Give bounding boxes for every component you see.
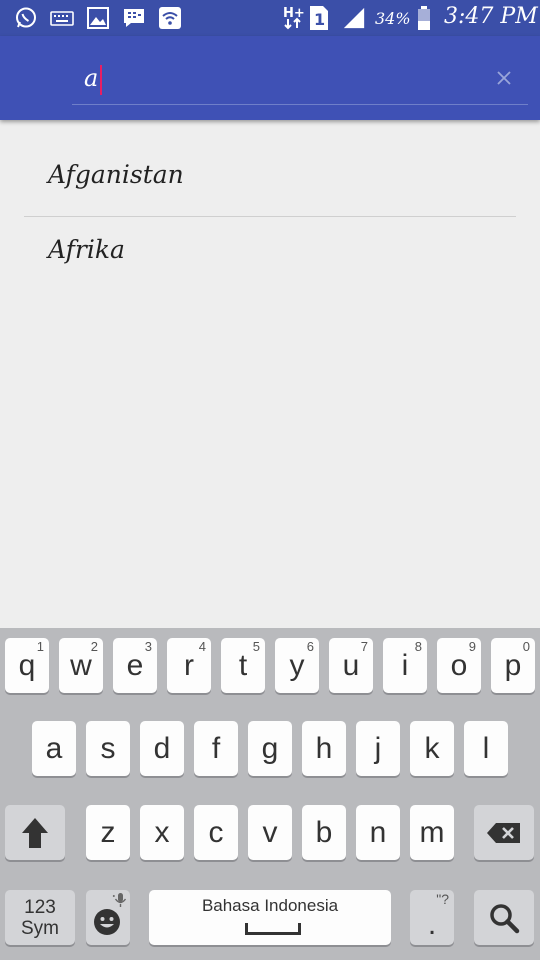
emoji-icon xyxy=(94,908,120,935)
key-p[interactable]: p0 xyxy=(491,638,535,693)
symbols-key-line1: 123 xyxy=(24,896,56,918)
key-v[interactable]: v xyxy=(248,805,292,860)
keyboard-icon xyxy=(50,6,74,30)
key-y[interactable]: y6 xyxy=(275,638,319,693)
search-input[interactable]: a xyxy=(84,60,464,96)
key-o[interactable]: o9 xyxy=(437,638,481,693)
search-app-bar: a xyxy=(0,36,540,120)
key-j[interactable]: j xyxy=(356,721,400,776)
key-i[interactable]: i8 xyxy=(383,638,427,693)
list-item[interactable]: Afganistan xyxy=(24,120,516,216)
period-key[interactable]: . "? xyxy=(410,890,454,945)
search-underline xyxy=(72,104,528,105)
shift-key[interactable] xyxy=(5,805,65,860)
svg-text:H+: H+ xyxy=(283,6,305,21)
key-a[interactable]: a xyxy=(32,721,76,776)
signal-icon xyxy=(342,6,366,30)
key-w[interactable]: w2 xyxy=(59,638,103,693)
space-key-language-label: Bahasa Indonesia xyxy=(201,896,339,915)
key-f[interactable]: f xyxy=(194,721,238,776)
symbols-key[interactable]: 123 Sym xyxy=(5,890,75,945)
space-key[interactable]: Bahasa Indonesia xyxy=(149,890,391,945)
gallery-icon xyxy=(86,6,110,30)
space-bar-icon xyxy=(245,923,301,935)
result-label: Afganistan xyxy=(48,160,184,189)
wifi-icon xyxy=(158,6,182,30)
backspace-key[interactable] xyxy=(474,805,534,860)
symbols-key-line2: Sym xyxy=(21,917,59,939)
text-cursor xyxy=(100,64,103,95)
search-key[interactable] xyxy=(474,890,534,945)
mic-icon xyxy=(112,893,127,907)
key-k[interactable]: k xyxy=(410,721,454,776)
hplus-network-icon: H+ xyxy=(282,6,306,30)
key-h[interactable]: h xyxy=(302,721,346,776)
soft-keyboard: q1 w2 e3 r4 t5 y6 u7 i8 o9 p0 a s d f g … xyxy=(0,628,540,960)
backspace-icon xyxy=(487,822,520,843)
search-results-list: Afganistan Afrika xyxy=(24,120,516,289)
result-label: Afrika xyxy=(48,235,125,264)
emoji-key[interactable] xyxy=(86,890,130,945)
svg-text:1: 1 xyxy=(314,10,325,29)
whatsapp-icon xyxy=(14,6,38,30)
battery-percent: 34% xyxy=(375,9,411,28)
sim1-icon: 1 xyxy=(308,6,330,30)
key-x[interactable]: x xyxy=(140,805,184,860)
battery-icon xyxy=(414,6,434,30)
search-input-text: a xyxy=(84,64,99,92)
key-e[interactable]: e3 xyxy=(113,638,157,693)
shift-icon xyxy=(22,817,48,848)
key-u[interactable]: u7 xyxy=(329,638,373,693)
status-bar: H+ 1 34% 3:47 PM xyxy=(0,0,540,36)
key-b[interactable]: b xyxy=(302,805,346,860)
clock: 3:47 PM xyxy=(444,4,538,29)
key-q[interactable]: q1 xyxy=(5,638,49,693)
key-d[interactable]: d xyxy=(140,721,184,776)
key-r[interactable]: r4 xyxy=(167,638,211,693)
list-item[interactable]: Afrika xyxy=(24,217,516,289)
close-icon xyxy=(497,71,511,85)
key-t[interactable]: t5 xyxy=(221,638,265,693)
key-s[interactable]: s xyxy=(86,721,130,776)
key-m[interactable]: m xyxy=(410,805,454,860)
key-c[interactable]: c xyxy=(194,805,238,860)
bbm-icon xyxy=(122,6,146,30)
key-g[interactable]: g xyxy=(248,721,292,776)
key-l[interactable]: l xyxy=(464,721,508,776)
key-z[interactable]: z xyxy=(86,805,130,860)
search-icon xyxy=(490,903,520,933)
clear-search-button[interactable] xyxy=(490,64,518,92)
key-n[interactable]: n xyxy=(356,805,400,860)
